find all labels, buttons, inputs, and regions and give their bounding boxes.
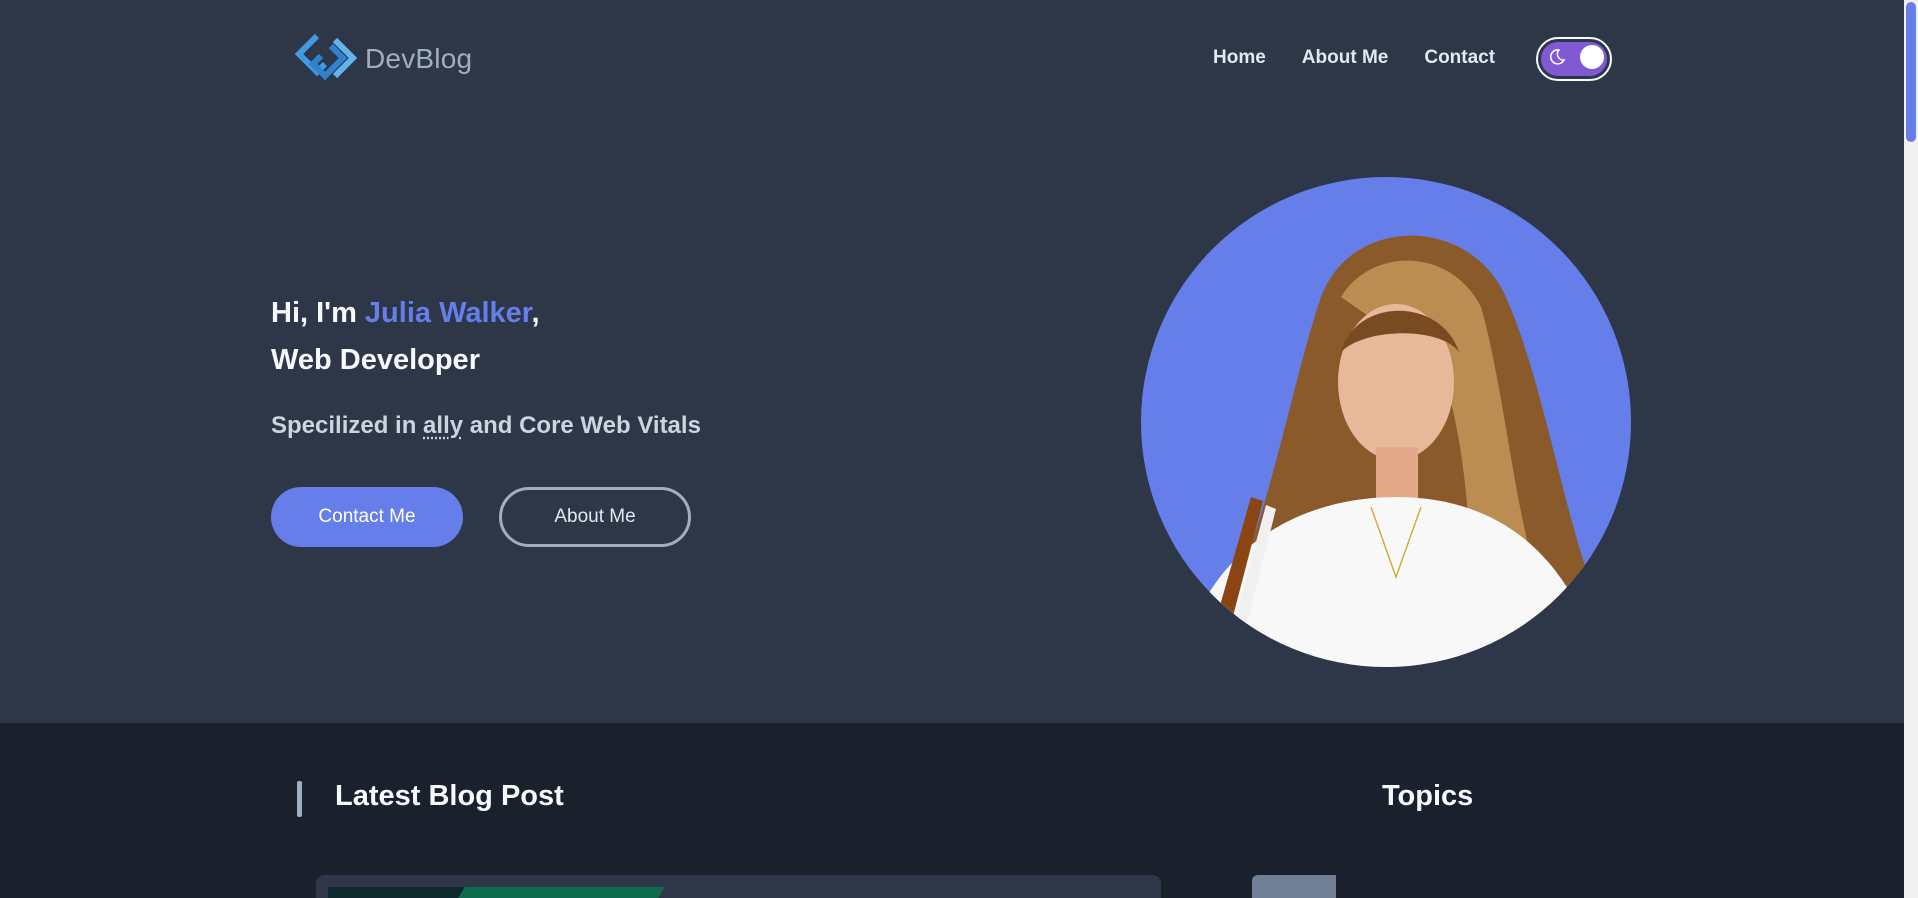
subtitle-suffix: and Core Web Vitals <box>463 412 701 439</box>
hero-subtitle: Specilized in ally and Core Web Vitals <box>271 412 701 440</box>
profile-photo-illustration <box>1181 235 1601 667</box>
greeting-prefix: Hi, I'm <box>271 297 365 329</box>
topic-card[interactable] <box>1252 875 1336 898</box>
toggle-knob <box>1580 45 1604 69</box>
subtitle-abbr[interactable]: ally <box>423 412 463 439</box>
page: DevBlog Home About Me Contact Hi, I'm Ju… <box>0 0 1904 898</box>
scrollbar-thumb[interactable] <box>1906 2 1916 142</box>
profile-avatar <box>1141 177 1631 667</box>
moon-icon <box>1549 49 1566 65</box>
content-section <box>0 723 1904 898</box>
greeting-suffix: , <box>531 297 540 329</box>
theme-toggle[interactable] <box>1536 37 1612 81</box>
nav-about-me[interactable]: About Me <box>1302 47 1389 69</box>
latest-blog-post-title: Latest Blog Post <box>335 780 564 812</box>
subtitle-prefix: Specilized in <box>271 412 424 439</box>
contact-me-button[interactable]: Contact Me <box>271 487 463 547</box>
hero-greeting: Hi, I'm Julia Walker, <box>271 296 540 330</box>
main-nav: Home About Me Contact <box>1213 47 1531 69</box>
post-thumbnail <box>328 887 478 898</box>
hero-name: Julia Walker <box>364 297 532 329</box>
logo-link[interactable]: DevBlog <box>295 32 472 86</box>
topics-title: Topics <box>1382 780 1474 812</box>
logo-text: DevBlog <box>365 43 473 74</box>
post-thumbnail-accent <box>447 887 665 898</box>
logo-icon <box>295 33 358 81</box>
hero-role: Web Developer <box>271 344 480 376</box>
nav-home[interactable]: Home <box>1213 47 1266 69</box>
page-scrollbar[interactable] <box>1904 0 1918 898</box>
about-me-button[interactable]: About Me <box>499 487 691 547</box>
section-accent-bar <box>297 781 302 817</box>
nav-contact[interactable]: Contact <box>1424 47 1495 69</box>
blog-post-card[interactable] <box>316 875 1161 898</box>
